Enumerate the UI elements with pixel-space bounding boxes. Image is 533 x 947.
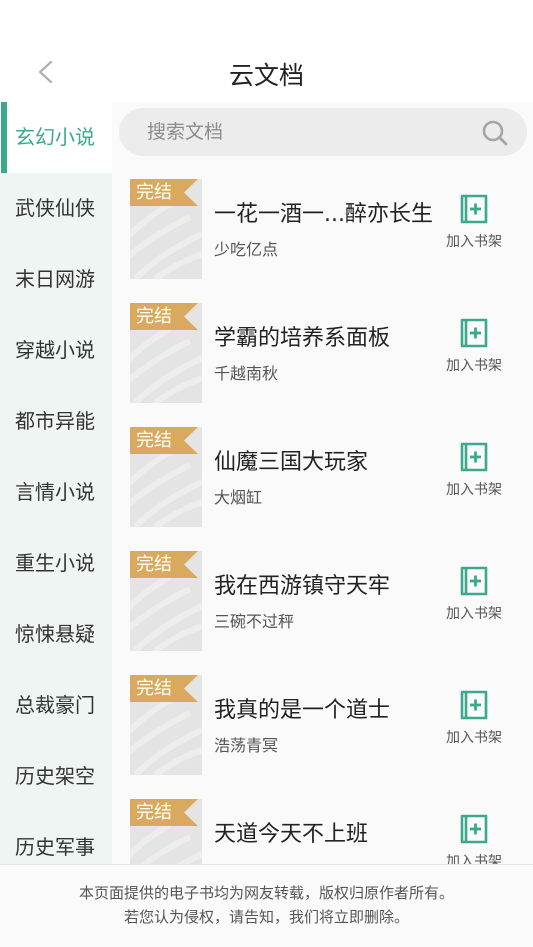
sidebar-item-zongcai[interactable]: 总裁豪门 [0, 670, 112, 741]
book-author: 大烟缸 [214, 488, 263, 507]
add-to-shelf-label: 加入书架 [446, 234, 502, 250]
copyright-notice: 本页面提供的电子书均为网友转载，版权归原作者所有。 若您认为侵权，请告知，我们将… [0, 864, 533, 947]
notice-line-1: 本页面提供的电子书均为网友转载，版权归原作者所有。 [78, 884, 454, 902]
add-to-shelf-icon [460, 194, 488, 224]
completed-badge: 完结 [130, 675, 198, 702]
sidebar-item-moriwangyou[interactable]: 末日网游 [0, 244, 112, 315]
book-item[interactable]: 完结 学霸的培养系面板 千越南秋 加入书架 [112, 303, 533, 405]
add-to-shelf-icon [460, 690, 488, 720]
book-item[interactable]: 完结 一花一酒一...醉亦长生 少吃亿点 加入书架 [112, 179, 533, 281]
book-title: 仙魔三国大玩家 [214, 450, 369, 475]
search-icon[interactable] [481, 119, 509, 147]
book-title: 学霸的培养系面板 [214, 326, 391, 351]
add-to-shelf-icon [460, 814, 488, 844]
book-author: 三碗不过秤 [214, 612, 295, 631]
book-cover: 完结 [130, 675, 202, 775]
add-to-shelf-button[interactable]: 加入书架 [442, 441, 506, 501]
search-bar [119, 108, 527, 156]
sidebar-item-lishijunshi[interactable]: 历史军事 [0, 812, 112, 864]
sidebar-item-chongsheng[interactable]: 重生小说 [0, 528, 112, 599]
book-title: 我在西游镇守天牢 [214, 574, 391, 599]
sidebar-item-lishijiakong[interactable]: 历史架空 [0, 741, 112, 812]
category-sidebar: 玄幻小说 武侠仙侠 末日网游 穿越小说 都市异能 言情小说 重生小说 惊悚悬疑 … [0, 102, 112, 864]
add-to-shelf-label: 加入书架 [446, 854, 502, 864]
book-list-panel: 完结 一花一酒一...醉亦长生 少吃亿点 加入书架 完结 学霸的培养系面板 千越… [112, 102, 533, 864]
completed-badge: 完结 [130, 303, 198, 330]
add-to-shelf-button[interactable]: 加入书架 [442, 317, 506, 377]
add-to-shelf-button[interactable]: 加入书架 [442, 565, 506, 625]
book-cover: 完结 [130, 427, 202, 527]
notice-line-2: 若您认为侵权，请告知，我们将立即删除。 [123, 908, 409, 926]
page-title: 云文档 [228, 61, 304, 90]
completed-badge: 完结 [130, 179, 198, 206]
add-to-shelf-button[interactable]: 加入书架 [442, 689, 506, 749]
add-to-shelf-button[interactable]: 加入书架 [442, 813, 506, 864]
book-title: 我真的是一个道士 [214, 698, 391, 723]
sidebar-item-dushi[interactable]: 都市异能 [0, 386, 112, 457]
add-to-shelf-button[interactable]: 加入书架 [442, 193, 506, 253]
sidebar-item-chuanyue[interactable]: 穿越小说 [0, 315, 112, 386]
add-to-shelf-icon [460, 442, 488, 472]
sidebar-item-wuxia[interactable]: 武侠仙侠 [0, 173, 112, 244]
book-cover: 完结 [130, 551, 202, 651]
search-input[interactable] [147, 108, 467, 156]
book-cover: 完结 [130, 799, 202, 864]
sidebar-item-yanqing[interactable]: 言情小说 [0, 457, 112, 528]
add-to-shelf-icon [460, 566, 488, 596]
add-to-shelf-label: 加入书架 [446, 606, 502, 622]
add-to-shelf-label: 加入书架 [446, 730, 502, 746]
book-title: 天道今天不上班 [214, 822, 369, 847]
book-cover: 完结 [130, 303, 202, 403]
book-item[interactable]: 完结 仙魔三国大玩家 大烟缸 加入书架 [112, 427, 533, 529]
book-author: 少吃亿点 [214, 240, 279, 259]
add-to-shelf-icon [460, 318, 488, 348]
completed-badge: 完结 [130, 427, 198, 454]
completed-badge: 完结 [130, 799, 198, 826]
book-title: 一花一酒一...醉亦长生 [214, 202, 433, 227]
add-to-shelf-label: 加入书架 [446, 358, 502, 374]
sidebar-item-xuanhuan[interactable]: 玄幻小说 [0, 102, 112, 173]
book-author: 浩荡青冥 [214, 736, 279, 755]
sidebar-item-jingsong[interactable]: 惊悚悬疑 [0, 599, 112, 670]
book-item[interactable]: 完结 我真的是一个道士 浩荡青冥 加入书架 [112, 675, 533, 777]
book-item[interactable]: 完结 天道今天不上班 加入书架 [112, 799, 533, 864]
completed-badge: 完结 [130, 551, 198, 578]
header: 云文档 [0, 40, 533, 102]
book-cover: 完结 [130, 179, 202, 279]
add-to-shelf-label: 加入书架 [446, 482, 502, 498]
book-item[interactable]: 完结 我在西游镇守天牢 三碗不过秤 加入书架 [112, 551, 533, 653]
book-author: 千越南秋 [214, 364, 279, 383]
